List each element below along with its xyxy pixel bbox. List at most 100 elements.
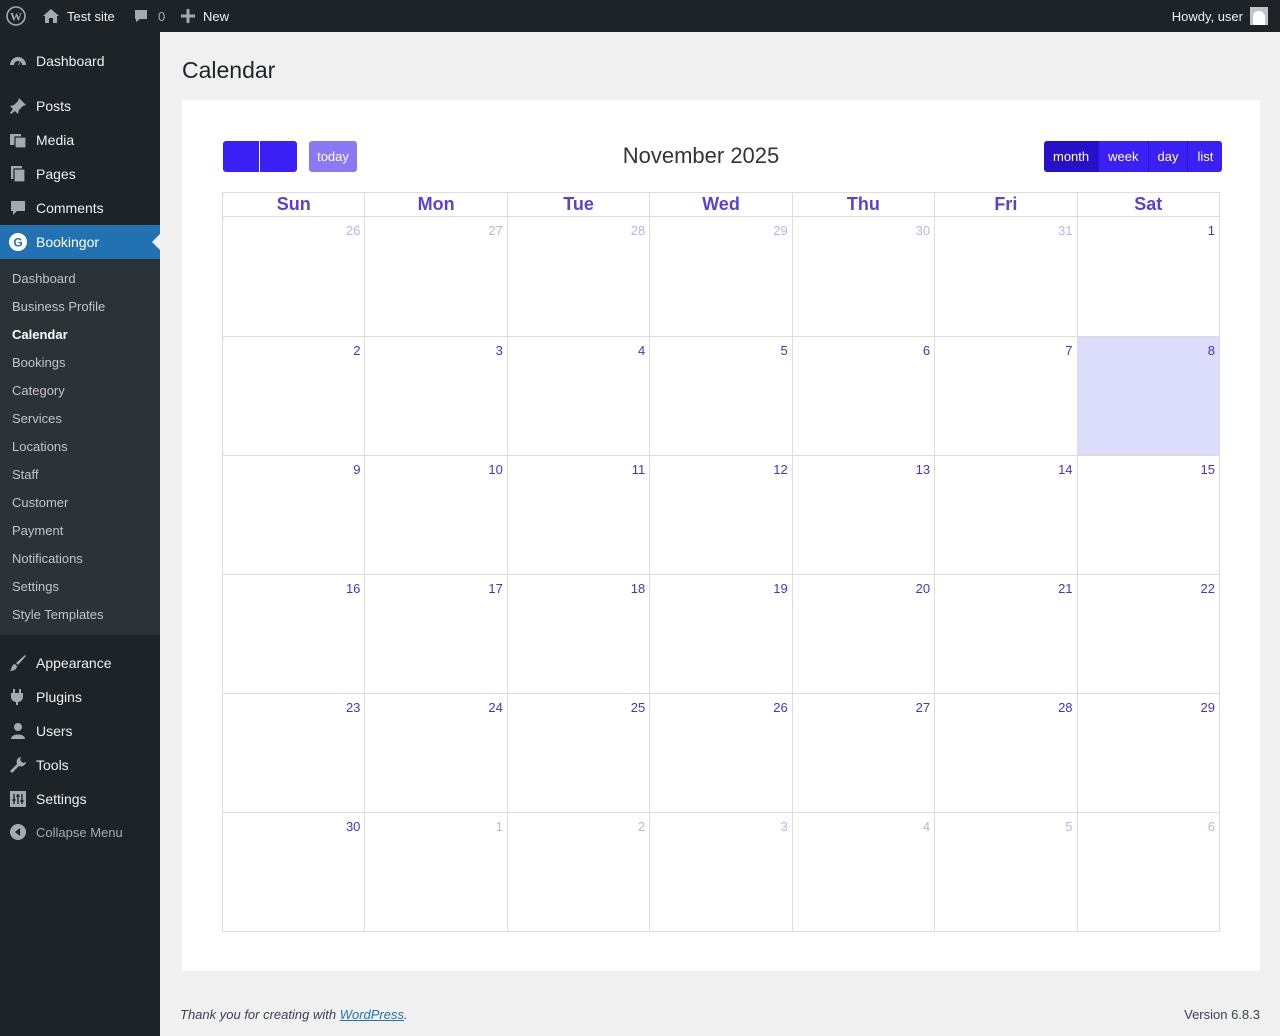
day-cell[interactable]: 13 xyxy=(791,456,934,574)
day-number[interactable]: 9 xyxy=(353,462,360,477)
day-number[interactable]: 31 xyxy=(1058,223,1072,238)
day-cell[interactable]: 24 xyxy=(364,694,506,812)
day-cell[interactable]: 4 xyxy=(506,337,649,455)
submenu-settings[interactable]: Settings xyxy=(12,579,59,595)
day-number[interactable]: 26 xyxy=(773,700,787,715)
next-month-button[interactable] xyxy=(260,141,297,172)
day-cell[interactable]: 4 xyxy=(791,813,934,931)
day-cell[interactable]: 27 xyxy=(791,694,934,812)
day-cell-today[interactable]: 8 xyxy=(1076,337,1219,455)
submenu-style-templates[interactable]: Style Templates xyxy=(12,607,104,623)
day-number[interactable]: 18 xyxy=(631,581,645,596)
day-number[interactable]: 28 xyxy=(1058,700,1072,715)
day-number[interactable]: 1 xyxy=(1208,223,1215,238)
day-number[interactable]: 25 xyxy=(631,700,645,715)
day-cell[interactable]: 20 xyxy=(791,575,934,693)
day-number[interactable]: 11 xyxy=(632,462,646,477)
day-number[interactable]: 6 xyxy=(1208,819,1215,834)
day-number[interactable]: 21 xyxy=(1058,581,1072,596)
day-number[interactable]: 26 xyxy=(346,223,360,238)
day-number[interactable]: 1 xyxy=(496,819,503,834)
day-cell[interactable]: 26 xyxy=(649,694,791,812)
day-cell[interactable]: 3 xyxy=(364,337,506,455)
day-cell[interactable]: 29 xyxy=(649,217,791,336)
view-list-button[interactable]: list xyxy=(1187,141,1223,172)
day-number[interactable]: 7 xyxy=(1065,343,1072,358)
wordpress-link[interactable]: WordPress xyxy=(340,1007,404,1022)
day-cell[interactable]: 9 xyxy=(223,456,364,574)
day-number[interactable]: 10 xyxy=(488,462,502,477)
sidebar-item-appearance[interactable]: Appearance xyxy=(0,646,160,680)
view-week-button[interactable]: week xyxy=(1098,141,1148,172)
sidebar-item-tools[interactable]: Tools xyxy=(0,748,160,782)
day-cell[interactable]: 18 xyxy=(506,575,649,693)
day-number[interactable]: 5 xyxy=(780,343,787,358)
prev-month-button[interactable] xyxy=(223,141,259,172)
day-cell[interactable]: 26 xyxy=(223,217,364,336)
sidebar-item-media[interactable]: Media xyxy=(0,123,160,157)
day-cell[interactable]: 15 xyxy=(1076,456,1219,574)
day-number[interactable]: 22 xyxy=(1200,581,1214,596)
my-account-link[interactable]: Howdy, user xyxy=(1172,0,1268,32)
today-button[interactable]: today xyxy=(309,141,357,172)
day-number[interactable]: 2 xyxy=(353,343,360,358)
submenu-category[interactable]: Category xyxy=(12,383,65,399)
sidebar-item-posts[interactable]: Posts xyxy=(0,89,160,123)
day-cell[interactable]: 22 xyxy=(1076,575,1219,693)
day-cell[interactable]: 1 xyxy=(364,813,506,931)
sidebar-item-bookingor[interactable]: G Bookingor xyxy=(0,225,160,259)
day-cell[interactable]: 21 xyxy=(934,575,1076,693)
day-number[interactable]: 24 xyxy=(488,700,502,715)
new-content-link[interactable]: New xyxy=(181,0,229,32)
day-cell[interactable]: 31 xyxy=(934,217,1076,336)
day-number[interactable]: 6 xyxy=(923,343,930,358)
day-number[interactable]: 29 xyxy=(773,223,787,238)
day-number[interactable]: 27 xyxy=(916,700,930,715)
day-cell[interactable]: 27 xyxy=(364,217,506,336)
day-cell[interactable]: 2 xyxy=(223,337,364,455)
day-cell[interactable]: 30 xyxy=(791,217,934,336)
day-number[interactable]: 3 xyxy=(496,343,503,358)
comments-link[interactable]: 0 xyxy=(133,0,165,32)
view-day-button[interactable]: day xyxy=(1147,141,1188,172)
day-cell[interactable]: 3 xyxy=(649,813,791,931)
day-cell[interactable]: 11 xyxy=(506,456,649,574)
day-cell[interactable]: 25 xyxy=(506,694,649,812)
day-number[interactable]: 19 xyxy=(773,581,787,596)
day-cell[interactable]: 16 xyxy=(223,575,364,693)
day-cell[interactable]: 1 xyxy=(1076,217,1219,336)
day-number[interactable]: 8 xyxy=(1208,343,1215,358)
day-cell[interactable]: 29 xyxy=(1076,694,1219,812)
day-cell[interactable]: 6 xyxy=(1076,813,1219,931)
day-number[interactable]: 4 xyxy=(923,819,930,834)
view-month-button[interactable]: month xyxy=(1044,141,1099,172)
sidebar-item-plugins[interactable]: Plugins xyxy=(0,680,160,714)
day-cell[interactable]: 17 xyxy=(364,575,506,693)
sidebar-item-users[interactable]: Users xyxy=(0,714,160,748)
day-cell[interactable]: 28 xyxy=(934,694,1076,812)
day-cell[interactable]: 5 xyxy=(934,813,1076,931)
day-number[interactable]: 12 xyxy=(773,462,787,477)
sidebar-item-dashboard[interactable]: Dashboard xyxy=(0,44,160,78)
submenu-calendar[interactable]: Calendar xyxy=(12,327,68,343)
day-cell[interactable]: 12 xyxy=(649,456,791,574)
submenu-payment[interactable]: Payment xyxy=(12,523,63,539)
day-number[interactable]: 3 xyxy=(780,819,787,834)
day-number[interactable]: 29 xyxy=(1200,700,1214,715)
day-cell[interactable]: 5 xyxy=(649,337,791,455)
day-cell[interactable]: 10 xyxy=(364,456,506,574)
day-number[interactable]: 27 xyxy=(488,223,502,238)
submenu-customer[interactable]: Customer xyxy=(12,495,68,511)
day-number[interactable]: 15 xyxy=(1200,462,1214,477)
day-number[interactable]: 30 xyxy=(346,819,360,834)
day-cell[interactable]: 14 xyxy=(934,456,1076,574)
day-number[interactable]: 2 xyxy=(638,819,645,834)
day-number[interactable]: 4 xyxy=(638,343,645,358)
collapse-menu-button[interactable]: Collapse Menu xyxy=(0,815,160,849)
day-cell[interactable]: 2 xyxy=(506,813,649,931)
submenu-notifications[interactable]: Notifications xyxy=(12,551,83,567)
submenu-locations[interactable]: Locations xyxy=(12,439,68,455)
day-number[interactable]: 16 xyxy=(346,581,360,596)
day-number[interactable]: 5 xyxy=(1065,819,1072,834)
sidebar-item-pages[interactable]: Pages xyxy=(0,157,160,191)
